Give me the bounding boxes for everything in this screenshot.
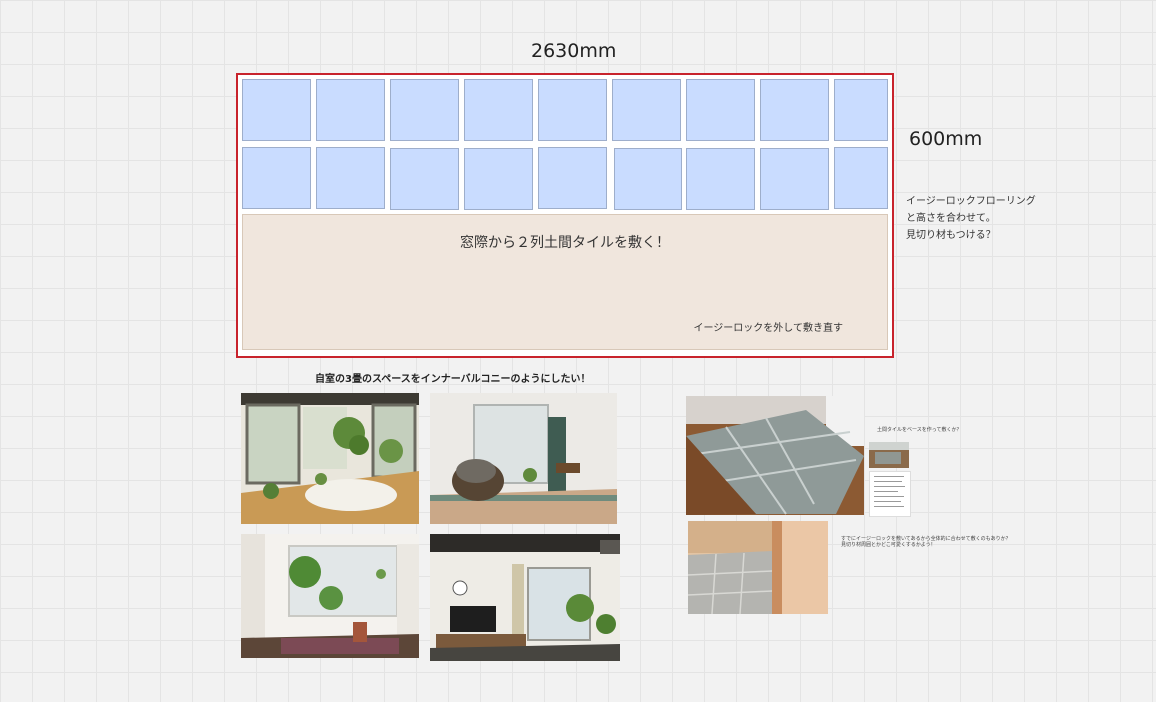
easylock-note: イージーロックを外して敷き直す (693, 323, 844, 334)
tile[interactable] (538, 79, 607, 141)
tile[interactable] (390, 79, 459, 141)
text-line (874, 476, 904, 477)
tile[interactable] (390, 148, 459, 210)
doma-area[interactable]: 窓際から２列土間タイルを敷く！ イージーロックを外して敷き直す (242, 214, 888, 350)
reference-note-2-line-2: 見切り材周囲とかどこ可愛くするかよう！ (841, 542, 936, 548)
living-sofa-photo[interactable] (430, 393, 617, 524)
gallery-caption: 自室の3畳のスペースをインナーバルコニーのようにしたい！ (315, 374, 591, 385)
width-dimension-label: 2630mm (531, 40, 617, 62)
text-line (874, 491, 898, 492)
tile[interactable] (538, 147, 607, 209)
tile-row-1 (242, 79, 888, 141)
side-note-line-3: 見切り材もつける？ (906, 230, 996, 241)
tile[interactable] (686, 148, 755, 210)
text-line (874, 506, 904, 507)
tile[interactable] (464, 148, 533, 210)
white-room-plants-photo[interactable] (241, 534, 419, 658)
small-doma-thumbnail[interactable] (869, 442, 909, 468)
side-note-line-2: と高さを合わせて。 (906, 213, 996, 224)
article-thumbnail[interactable] (869, 471, 911, 517)
tile[interactable] (242, 147, 311, 209)
tile[interactable] (834, 79, 888, 141)
loft-living-tv-photo[interactable] (430, 534, 620, 661)
tile[interactable] (612, 79, 681, 141)
tile[interactable] (614, 148, 682, 210)
text-line (874, 496, 904, 497)
side-note-line-1: イージーロックフローリング (906, 196, 1036, 207)
reference-note-2: すでにイージーロックを敷いてあるから全体的に合わせて敷くのもありか？ 見切り材周… (841, 536, 1011, 548)
sunroom-plants-photo[interactable] (241, 393, 419, 524)
floor-plan-frame[interactable]: 窓際から２列土間タイルを敷く！ イージーロックを外して敷き直す (236, 73, 894, 358)
tile-wood-corner-photo[interactable] (688, 521, 828, 614)
text-line (874, 486, 905, 487)
tile[interactable] (760, 79, 829, 141)
tile[interactable] (686, 79, 755, 141)
text-line (874, 501, 901, 502)
side-note[interactable]: イージーロックフローリング と高さを合わせて。 見切り材もつける？ (906, 193, 1076, 244)
tile[interactable] (464, 79, 533, 141)
tile[interactable] (834, 147, 888, 209)
tile[interactable] (316, 79, 385, 141)
reference-note-1: 土間タイルをベースを作って敷くか？ (877, 427, 962, 433)
text-line (874, 481, 902, 482)
doma-title: 窓際から２列土間タイルを敷く！ (460, 235, 670, 251)
tile[interactable] (242, 79, 311, 141)
tile[interactable] (316, 147, 385, 209)
tile-row-2 (242, 147, 888, 210)
tile[interactable] (760, 148, 829, 210)
tile-on-parquet-photo[interactable] (686, 396, 864, 515)
height-dimension-label: 600mm (909, 128, 983, 150)
